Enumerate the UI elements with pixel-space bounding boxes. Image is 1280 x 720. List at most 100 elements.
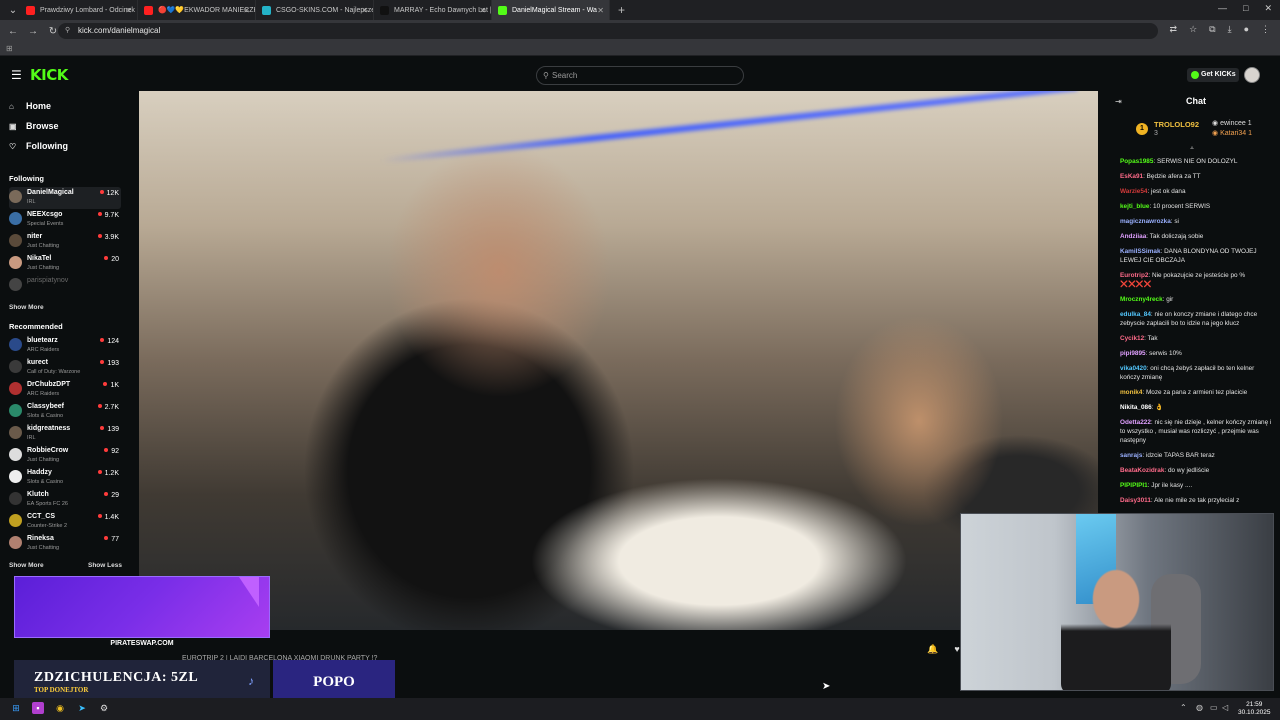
browser-tab[interactable]: CSGO-SKINS.COM - Najlepsze ✕ <box>256 0 374 20</box>
sidebar-channel-neexcsgo[interactable]: NEEXcsgo Special Events 9.7K <box>9 209 121 231</box>
chat-message: vika0420: oni chcą żebyś zapłacił bo ten… <box>1120 364 1272 382</box>
minimize-button[interactable]: — <box>1218 3 1227 14</box>
settings-icon[interactable]: ⚙ <box>98 702 110 714</box>
back-icon[interactable]: ← <box>6 26 20 37</box>
notification-bell-icon[interactable]: 🔔 <box>926 644 940 658</box>
sidebar-channel-parispiatynov[interactable]: parispiatynov <box>9 275 121 297</box>
tab-close-icon[interactable]: ✕ <box>125 6 132 15</box>
tray-mic-icon[interactable]: ◍ <box>1196 703 1203 712</box>
chat-message: Warzie54: jest ok dana <box>1120 187 1272 196</box>
chat-username[interactable]: vika0420 <box>1120 365 1147 372</box>
sidebar-channel-klutch[interactable]: Klutch EA Sports FC 26 29 <box>9 489 121 511</box>
viewer-count: 12K <box>100 190 119 197</box>
top-gifter-name[interactable]: TROLOLO92 <box>1154 120 1199 129</box>
tab-close-icon[interactable]: ✕ <box>361 6 368 15</box>
forward-icon[interactable]: → <box>26 26 40 37</box>
sidebar-channel-kurect[interactable]: kurect Call of Duty: Warzone 193 <box>9 357 121 379</box>
sidebar-channel-bluetearz[interactable]: bluetearz ARC Raiders 124 <box>9 335 121 357</box>
user-avatar[interactable] <box>1244 67 1260 83</box>
chat-username[interactable]: Nikita_086 <box>1120 404 1152 411</box>
chat-username[interactable]: kejti_blue <box>1120 203 1149 210</box>
chat-username[interactable]: Daisy3011 <box>1120 497 1151 504</box>
chat-username[interactable]: Warzie54 <box>1120 188 1147 195</box>
chat-username[interactable]: BeataKozidrak <box>1120 467 1164 474</box>
tab-favicon-icon <box>380 5 389 15</box>
sidebar-channel-cct_cs[interactable]: CCT_CS Counter-Strike 2 1.4K <box>9 511 121 533</box>
sidebar-channel-rineksa[interactable]: Rineksa Just Chatting 77 <box>9 533 121 555</box>
kick-logo[interactable]: KICK <box>30 66 68 84</box>
video-player[interactable] <box>139 91 1098 630</box>
chat-username[interactable]: EsKa91 <box>1120 173 1143 180</box>
sidebar-channel-kidgreatness[interactable]: kidgreatness IRL 139 <box>9 423 121 445</box>
chat-username[interactable]: pipi9895 <box>1120 350 1146 357</box>
hamburger-menu-icon[interactable]: ☰ <box>11 69 22 81</box>
tray-chevron-icon[interactable]: ⌃ <box>1180 703 1187 712</box>
get-kicks-button[interactable]: Get KICKs <box>1187 68 1239 82</box>
show-more-following-button[interactable]: Show More <box>9 304 44 311</box>
new-tab-button[interactable]: + <box>618 3 625 17</box>
chat-username[interactable]: Cycik12 <box>1120 335 1144 342</box>
tab-search-icon[interactable]: ⌄ <box>6 5 20 16</box>
translate-icon[interactable]: ⇄ <box>1170 24 1178 35</box>
apps-icon[interactable]: ⊞ <box>6 44 13 53</box>
chat-username[interactable]: magicznawrozka <box>1120 218 1171 225</box>
download-icon[interactable]: ⤓ <box>1228 24 1232 35</box>
show-more-recommended-button[interactable]: Show More <box>9 562 44 569</box>
volume-icon[interactable]: ◁ <box>1222 703 1228 712</box>
expand-gifters-icon[interactable]: ⩡ <box>1190 145 1194 153</box>
sidebar-channel-drchubzdpt[interactable]: DrChubzDPT ARC Raiders 1K <box>9 379 121 401</box>
close-window-button[interactable]: ✕ <box>1264 3 1272 14</box>
chat-username[interactable]: Mroczny4reck <box>1120 296 1163 303</box>
chat-message: Odetta222: nic się nie dzieje , kelner k… <box>1120 418 1272 445</box>
telegram-icon[interactable]: ➤ <box>76 702 88 714</box>
search-input[interactable]: ⚲ Search <box>536 66 744 85</box>
maximize-button[interactable]: □ <box>1243 3 1248 14</box>
channel-category: Slots & Casino <box>27 479 64 485</box>
nav-following[interactable]: ♡ Following <box>9 141 68 151</box>
sidebar-channel-niter[interactable]: niter Just Chatting 3.9K <box>9 231 121 253</box>
chat-username[interactable]: PIPIPIPI1 <box>1120 482 1148 489</box>
chat-text: Tak <box>1147 335 1158 342</box>
chat-text: Moze za pana z armieni tez placicie <box>1145 389 1248 396</box>
browser-tab[interactable]: MARRAY - Echo Dawnych Lat | ✕ <box>374 0 492 20</box>
chat-username[interactable]: Eurotrip2 <box>1120 272 1148 279</box>
chat-username[interactable]: monik4 <box>1120 389 1142 396</box>
channel-name: RobbieCrow <box>27 447 69 454</box>
app-icon-purple[interactable]: ▪ <box>32 702 44 714</box>
chat-username[interactable]: sanrajs <box>1120 452 1142 459</box>
chat-username[interactable]: Andziiaa <box>1120 233 1146 240</box>
tab-close-icon[interactable]: ✕ <box>597 6 604 15</box>
tab-close-icon[interactable]: ✕ <box>243 6 250 15</box>
site-info-icon[interactable]: ⚲ <box>65 23 70 39</box>
show-less-button[interactable]: Show Less <box>88 562 122 569</box>
sidebar-channel-danielmagical[interactable]: DanielMagical IRL 12K <box>9 187 121 209</box>
chat-username[interactable]: KamilSSimak <box>1120 248 1161 255</box>
chat-username[interactable]: Popas1985 <box>1120 158 1153 165</box>
collapse-chat-icon[interactable]: ⇥ <box>1115 97 1122 106</box>
extensions-icon[interactable]: ⧉ <box>1209 24 1215 35</box>
browser-tab[interactable]: Prawdziwy Lombard - Odcinek ✕ <box>20 0 138 20</box>
bookmark-star-icon[interactable]: ☆ <box>1189 24 1197 35</box>
sidebar-channel-classybeef[interactable]: Classybeef Slots & Casino 2.7K <box>9 401 121 423</box>
tab-close-icon[interactable]: ✕ <box>479 6 486 15</box>
second-gifter[interactable]: ◉ ewincee 1 <box>1212 119 1252 127</box>
browser-tab[interactable]: 🔴💙💛EKWADOR MANIECZKI ✕ <box>138 0 256 20</box>
sidebar-channel-robbiecrow[interactable]: RobbieCrow Just Chatting 92 <box>9 445 121 467</box>
nav-browse[interactable]: ▣ Browse <box>9 121 59 131</box>
profile-icon[interactable]: ● <box>1244 24 1249 35</box>
menu-icon[interactable]: ⋮ <box>1261 24 1270 35</box>
nav-home[interactable]: ⌂ Home <box>9 101 51 111</box>
third-gifter[interactable]: ◉ Katari34 1 <box>1212 129 1252 137</box>
browser-tab[interactable]: DanielMagical Stream - Wa ✕ <box>492 0 610 20</box>
network-icon[interactable]: ▭ <box>1210 703 1218 712</box>
clock[interactable]: 21:59 30.10.2025 <box>1238 701 1271 717</box>
sidebar-channel-nikatel[interactable]: NikaTel Just Chatting 20 <box>9 253 121 275</box>
sidebar-channel-haddzy[interactable]: Haddzy Slots & Casino 1.2K <box>9 467 121 489</box>
chat-message: Andziiaa: Tak doliczają sobie <box>1120 232 1272 241</box>
chrome-icon[interactable]: ◉ <box>54 702 66 714</box>
url-field[interactable]: ⚲ kick.com/danielmagical <box>58 23 1158 39</box>
windows-start-icon[interactable]: ⊞ <box>10 702 22 714</box>
chat-username[interactable]: Odetta222 <box>1120 419 1151 426</box>
window-controls: — □ ✕ <box>1218 3 1272 14</box>
chat-username[interactable]: edulka_84 <box>1120 311 1151 318</box>
